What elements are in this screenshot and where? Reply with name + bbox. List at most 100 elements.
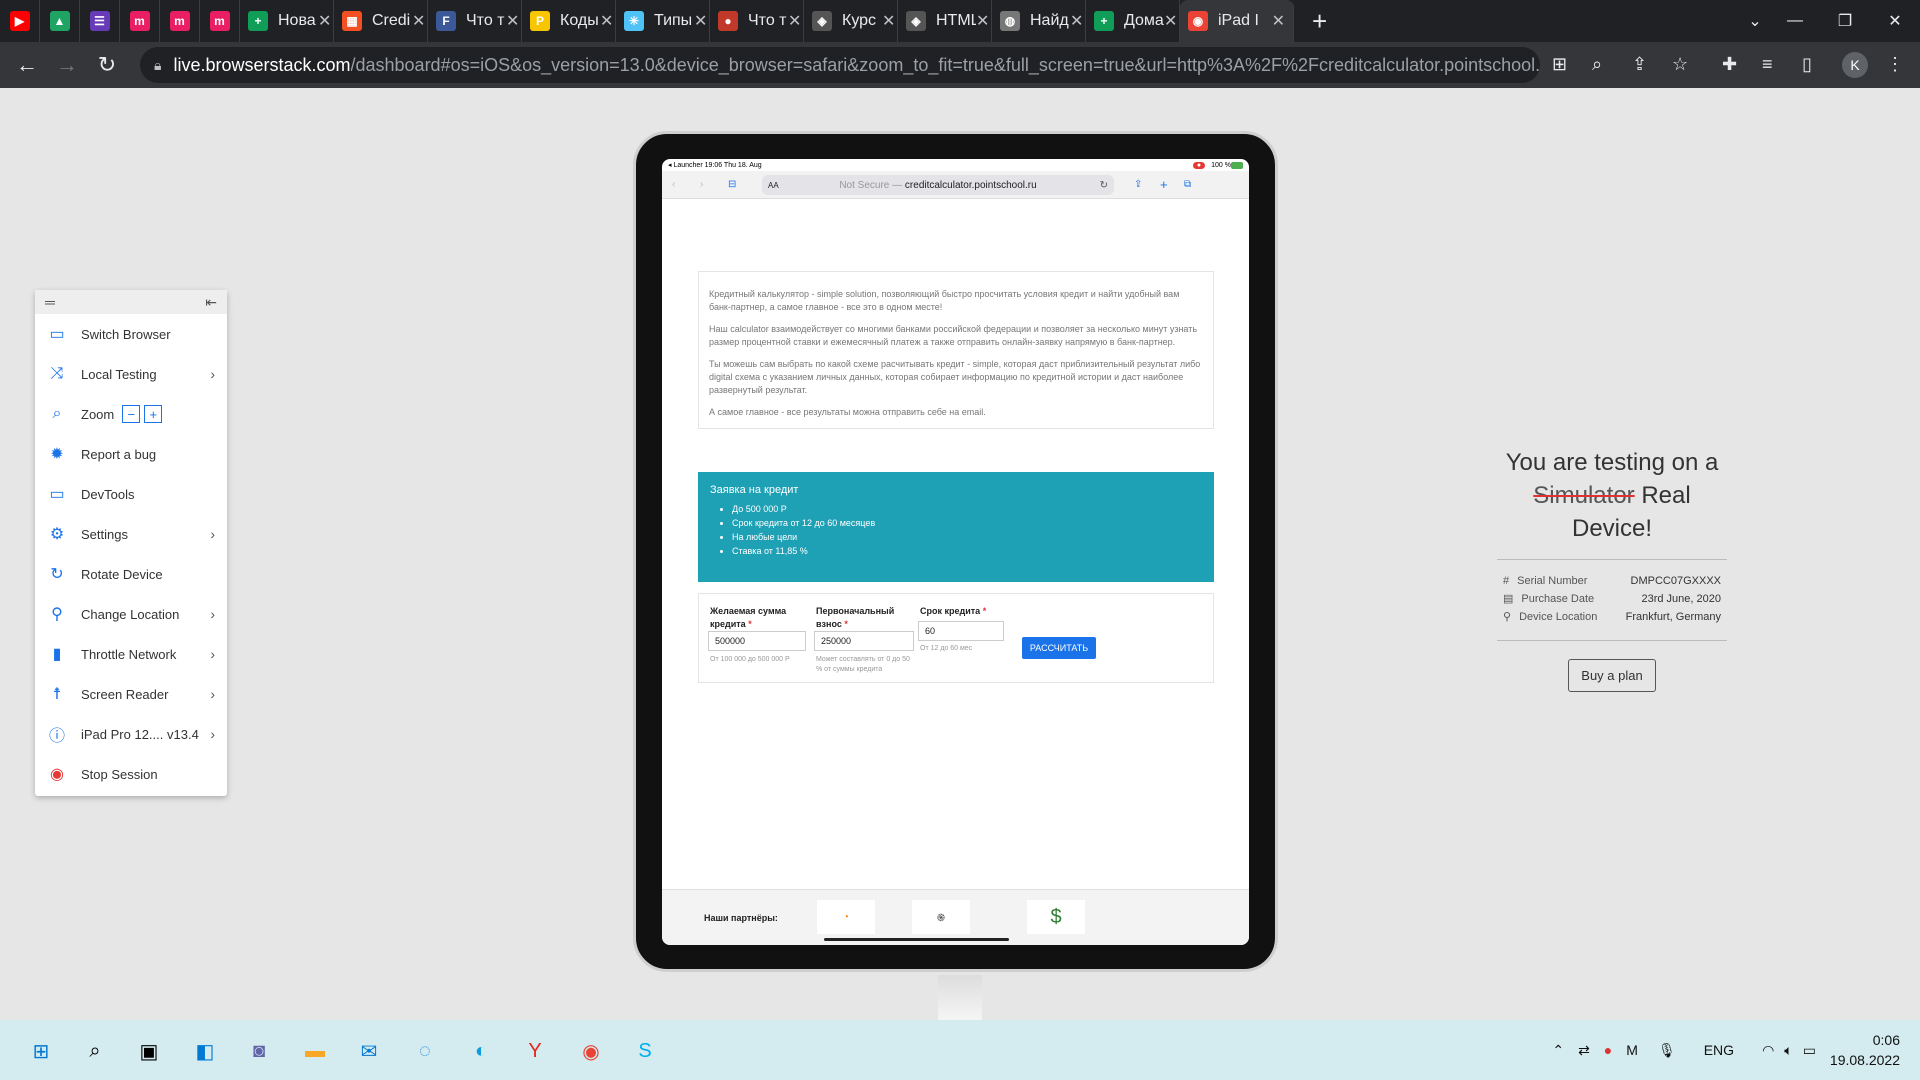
partner-logo-1[interactable]: ◔ xyxy=(817,900,875,934)
panel-item[interactable]: ⌕ Zoom − + xyxy=(35,394,227,434)
close-icon[interactable]: ✕ xyxy=(1164,11,1177,31)
close-window-icon[interactable]: ✕ xyxy=(1870,0,1920,42)
battery-icon[interactable]: ▭ xyxy=(1803,1042,1816,1059)
safari-url-field[interactable]: AA Not Secure — creditcalculator.pointsc… xyxy=(762,175,1114,195)
safari-newtab-icon[interactable]: + xyxy=(1160,177,1168,192)
tab[interactable]: ▲ xyxy=(40,0,80,42)
windows-start-icon[interactable]: ⊞ xyxy=(26,1036,56,1066)
mail-icon[interactable]: ✉ xyxy=(354,1036,384,1066)
panel-item[interactable]: ▮ Throttle Network › xyxy=(35,634,227,674)
media-icon[interactable]: ≡ xyxy=(1762,54,1773,75)
tab[interactable]: ▦ Credi ✕ xyxy=(334,0,428,42)
teams-chat-icon[interactable]: ◙ xyxy=(244,1036,274,1066)
panel-item[interactable]: ✹ Report a bug xyxy=(35,434,227,474)
panel-item[interactable]: ⤨ Local Testing › xyxy=(35,354,227,394)
tab[interactable]: ◈ HTML ✕ xyxy=(898,0,992,42)
close-icon[interactable]: ✕ xyxy=(1070,11,1083,31)
tab[interactable]: ✳ Типы ✕ xyxy=(616,0,710,42)
tray-app-icon[interactable]: ⇄ xyxy=(1578,1042,1590,1059)
panel-item[interactable]: ⚙ Settings › xyxy=(35,514,227,554)
share-icon[interactable]: ⇪ xyxy=(1632,54,1647,75)
panel-item[interactable]: ▭ Switch Browser xyxy=(35,314,227,354)
zoom-in-button[interactable]: + xyxy=(144,405,163,423)
partner-logo-3[interactable]: $ xyxy=(1027,900,1085,934)
safari-tabs-icon[interactable]: ⧉ xyxy=(1184,179,1191,190)
zoom-out-button[interactable]: − xyxy=(122,405,141,423)
close-icon[interactable]: ✕ xyxy=(318,11,331,31)
extensions-icon[interactable]: ✚ xyxy=(1722,54,1737,75)
maximize-icon[interactable]: ❐ xyxy=(1820,0,1870,42)
panel-item[interactable]: ☨ Screen Reader › xyxy=(35,674,227,714)
skype-icon[interactable]: S xyxy=(630,1036,660,1066)
chrome-icon[interactable]: ◉ xyxy=(576,1036,606,1066)
panel-item[interactable]: ▭ DevTools xyxy=(35,474,227,514)
calculate-button[interactable]: РАССЧИТАТЬ xyxy=(1022,637,1096,659)
microphone-icon[interactable]: 🎙︎ xyxy=(1658,1042,1676,1059)
tab[interactable]: ◍ Найд ✕ xyxy=(992,0,1086,42)
ipad-screen[interactable]: ◂ Launcher 19:06 Thu 18. Aug ● 100 % ‹ › … xyxy=(662,159,1249,945)
safari-reload-icon[interactable]: ↻ xyxy=(1100,180,1108,191)
close-icon[interactable]: ✕ xyxy=(694,11,707,31)
recording-icon[interactable]: ● xyxy=(1604,1042,1612,1058)
new-tab-icon[interactable]: + xyxy=(1312,6,1327,37)
clock[interactable]: 0:06 19.08.2022 xyxy=(1830,1030,1900,1070)
panel-item[interactable]: ⚲ Change Location › xyxy=(35,594,227,634)
close-icon[interactable]: ✕ xyxy=(506,11,519,31)
tab[interactable]: P Коды ✕ xyxy=(522,0,616,42)
star-icon[interactable]: ☆ xyxy=(1672,54,1688,75)
minimize-icon[interactable]: — xyxy=(1770,0,1820,42)
tab[interactable]: F Что т ✕ xyxy=(428,0,522,42)
amount-input[interactable]: 500000 xyxy=(708,631,806,651)
task-view-icon[interactable]: ▣ xyxy=(134,1036,164,1066)
bookmarks-icon[interactable]: ⊟ xyxy=(728,179,736,190)
close-icon[interactable]: ✕ xyxy=(412,11,425,31)
tab[interactable]: ◉ iPad I ✕ xyxy=(1180,0,1294,42)
address-bar[interactable]: 🔒︎ live.browserstack.com/dashboard#os=iO… xyxy=(140,47,1540,83)
downpayment-input[interactable]: 250000 xyxy=(814,631,914,651)
safari-share-icon[interactable]: ⇪ xyxy=(1134,179,1142,190)
menu-icon[interactable]: ⋮ xyxy=(1886,54,1904,75)
tab[interactable]: + Нова ✕ xyxy=(240,0,334,42)
close-icon[interactable]: ✕ xyxy=(788,11,801,31)
language-indicator[interactable]: ENG xyxy=(1704,1042,1734,1058)
partner-logo-2[interactable]: ֍ xyxy=(912,900,970,934)
tab[interactable]: ● Что т ✕ xyxy=(710,0,804,42)
volume-icon[interactable]: 🔈︎ xyxy=(1784,1042,1792,1059)
safari-back-icon[interactable]: ‹ xyxy=(672,179,675,190)
close-icon[interactable]: ✕ xyxy=(1272,11,1285,31)
tray-m-icon[interactable]: M xyxy=(1626,1042,1638,1058)
edge-icon[interactable]: ◐ xyxy=(466,1036,496,1066)
profile-avatar[interactable]: K xyxy=(1842,52,1868,78)
tab[interactable]: ▶ xyxy=(0,0,40,42)
tab[interactable]: ☰ xyxy=(80,0,120,42)
close-icon[interactable]: ✕ xyxy=(882,11,895,31)
close-icon[interactable]: ✕ xyxy=(976,11,989,31)
tab[interactable]: + Дома ✕ xyxy=(1086,0,1180,42)
safari-forward-icon[interactable]: › xyxy=(700,179,703,190)
drag-handle-icon[interactable]: ═ xyxy=(45,294,55,310)
zoom-icon[interactable]: ⌕ xyxy=(1592,54,1602,75)
buy-plan-button[interactable]: Buy a plan xyxy=(1568,659,1656,692)
chevron-up-icon[interactable]: ⌃ xyxy=(1552,1042,1564,1059)
panel-item[interactable]: ◉ Stop Session xyxy=(35,754,227,794)
yandex-icon[interactable]: Y xyxy=(520,1036,550,1066)
tab[interactable]: ◈ Курс ✕ xyxy=(804,0,898,42)
chat-icon[interactable]: ◌ xyxy=(410,1036,440,1066)
back-icon[interactable]: ← xyxy=(8,52,46,78)
term-input[interactable]: 60 xyxy=(918,621,1004,641)
sidepanel-icon[interactable]: ▯ xyxy=(1802,54,1812,75)
panel-item[interactable]: ↻ Rotate Device xyxy=(35,554,227,594)
reader-aa[interactable]: AA xyxy=(768,181,779,190)
close-icon[interactable]: ✕ xyxy=(600,11,613,31)
tab[interactable]: m xyxy=(200,0,240,42)
tab[interactable]: m xyxy=(120,0,160,42)
collapse-icon[interactable]: ⇤ xyxy=(205,294,217,311)
forward-icon[interactable]: → xyxy=(48,52,86,78)
tab[interactable]: m xyxy=(160,0,200,42)
reload-icon[interactable]: ↻ xyxy=(88,52,126,78)
widgets-icon[interactable]: ◧ xyxy=(190,1036,220,1066)
translate-icon[interactable]: ⊞ xyxy=(1552,54,1567,75)
file-explorer-icon[interactable]: ▬ xyxy=(300,1036,330,1066)
panel-item[interactable]: ⓘ iPad Pro 12.... v13.4 › xyxy=(35,714,227,754)
search-icon[interactable]: ⌕ xyxy=(80,1036,110,1066)
